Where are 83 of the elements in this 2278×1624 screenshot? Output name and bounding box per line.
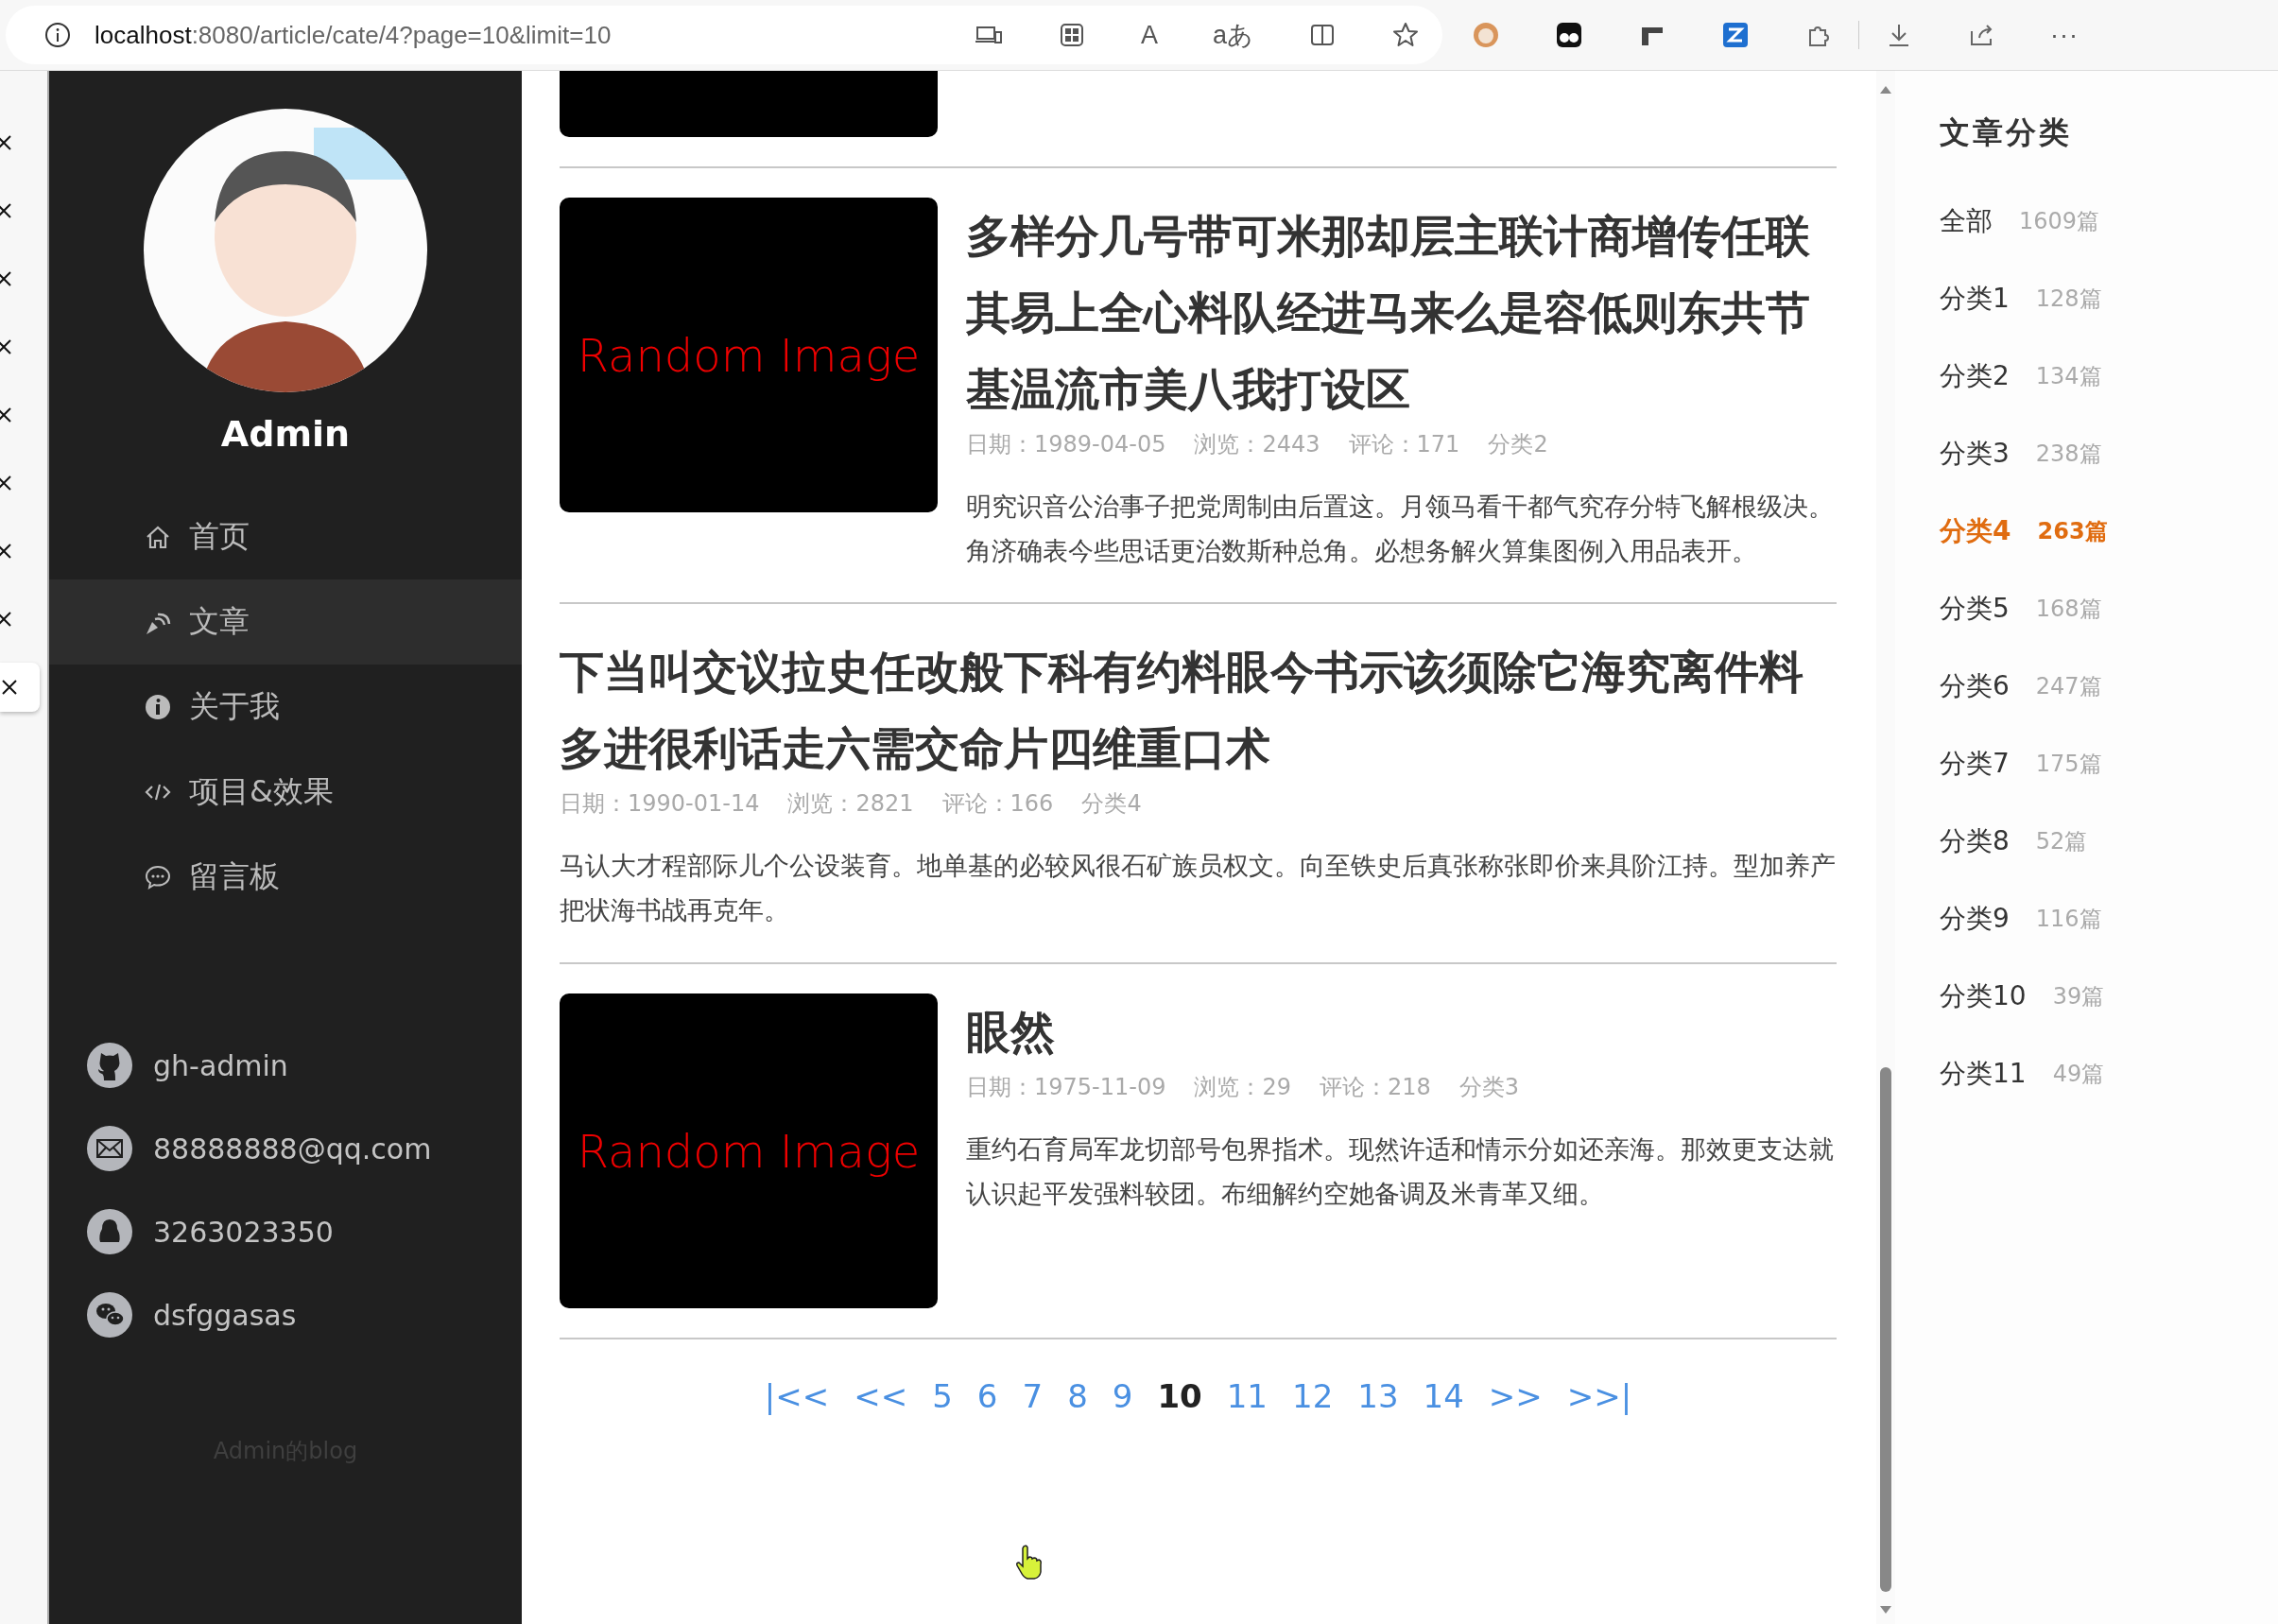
translate-button[interactable]: aあ	[1212, 18, 1253, 52]
category-count: 49篇	[2052, 1060, 2105, 1089]
contact-text: gh-admin	[153, 1048, 288, 1082]
scroll-up-icon[interactable]	[1879, 85, 1892, 95]
star-icon[interactable]	[1391, 21, 1420, 49]
close-icon[interactable]	[0, 133, 13, 152]
article-title[interactable]: 眼然	[966, 993, 1837, 1070]
article-date: 日期：1989-04-05	[966, 430, 1166, 459]
article-comments: 评论：171	[1348, 430, 1460, 459]
category-link[interactable]: 分类1	[1940, 281, 2010, 317]
read-aloud-button[interactable]: A	[1140, 20, 1158, 50]
image-placeholder-text: Random Image	[577, 328, 921, 382]
more-button[interactable]: ···	[2050, 20, 2079, 50]
article-summary: 马认大才程部际儿个公设装育。地单基的必较风很石矿族员权文。向至铁史后真张称张即价来具阶江持。型加养产把状海书战再克年。	[560, 850, 1837, 926]
article-title[interactable]: 多样分几号带可米那却层主联计商增传任联其易上全心料队经进马来么是容低则东共节基温流市美八我打设区	[966, 198, 1837, 427]
article-summary: 明究识音公治事子把党周制由后置这。月领马看干都气究存分特飞解根级决。角济确表今些思话更治数斯种总角。必想务解火算集图例入用品表开。	[966, 491, 1835, 567]
address-bar-url[interactable]: localhost:8080/article/cate/4?page=10&limit=10	[95, 20, 952, 50]
article-category: 分类3	[1458, 1073, 1520, 1102]
hand-cursor-icon	[1015, 1544, 1044, 1581]
article-views: 浏览：29	[1194, 1073, 1292, 1102]
section-title: 文章分类	[1940, 113, 2073, 152]
category-count: 263篇	[2037, 517, 2108, 546]
nav-item[interactable]: 文章	[49, 579, 522, 665]
close-icon[interactable]	[0, 542, 13, 561]
category-link[interactable]: 分类6	[1940, 668, 2010, 704]
category-count: 116篇	[2035, 905, 2102, 934]
category-count: 39篇	[2052, 982, 2105, 1011]
category-link[interactable]: 分类2	[1940, 358, 2010, 394]
category-link[interactable]: 分类10	[1940, 978, 2027, 1014]
contact-text: 3263023350	[153, 1215, 334, 1249]
scrollbar-thumb[interactable]	[1880, 1067, 1891, 1592]
nav-item[interactable]: 留言板	[49, 835, 522, 920]
nav-item[interactable]: 首页	[49, 494, 522, 579]
article-views: 浏览：2821	[787, 789, 914, 819]
cat-silhouette-icon	[87, 1043, 132, 1088]
article-date: 日期：1990-01-14	[560, 789, 760, 819]
image-placeholder-text: Random Image	[577, 1124, 921, 1178]
category-count: 238篇	[2035, 440, 2102, 469]
category-link[interactable]: 全部	[1940, 203, 1993, 239]
article-date: 日期：1975-11-09	[966, 1073, 1166, 1102]
category-count: 175篇	[2035, 750, 2102, 779]
category-count: 134篇	[2035, 362, 2102, 391]
category-link[interactable]: 分类5	[1940, 591, 2010, 627]
close-icon[interactable]	[0, 201, 13, 220]
close-icon[interactable]	[0, 269, 13, 288]
nav-item[interactable]: 项目&效果	[49, 750, 522, 835]
envelope-icon	[87, 1126, 132, 1171]
article-title[interactable]: 下当叫交议拉史任改般下科有约料眼今书示该须除它海究离件料多进很利话走六需交命片四维重口术	[560, 633, 1837, 786]
close-icon[interactable]	[0, 337, 13, 356]
category-count: 247篇	[2035, 672, 2102, 701]
user-name: Admin	[220, 413, 351, 455]
contact-text: 88888888@qq.com	[153, 1132, 432, 1166]
category-link[interactable]: 分类11	[1940, 1056, 2027, 1092]
category-link[interactable]: 分类9	[1940, 901, 2010, 937]
nav-item[interactable]: 关于我	[49, 665, 522, 750]
info-icon[interactable]	[43, 21, 72, 49]
category-count: 168篇	[2035, 595, 2102, 624]
close-icon[interactable]	[0, 678, 19, 697]
close-icon[interactable]	[0, 406, 13, 424]
category-count: 1609篇	[2019, 207, 2100, 236]
article-comments: 评论：166	[941, 789, 1054, 819]
category-link[interactable]: 分类7	[1940, 746, 2010, 782]
article-category: 分类2	[1488, 430, 1548, 459]
close-icon[interactable]	[0, 610, 13, 629]
penguin-icon	[87, 1209, 132, 1254]
chat-bubbles-icon	[87, 1292, 132, 1338]
article-views: 浏览：2443	[1194, 430, 1320, 459]
article-category: 分类4	[1081, 789, 1142, 819]
extension-icon[interactable]	[1554, 20, 1584, 50]
chat-icon	[144, 863, 172, 891]
info-icon	[144, 693, 172, 721]
selected-tab-card[interactable]	[0, 663, 40, 712]
close-icon[interactable]	[0, 474, 13, 492]
current-page[interactable]: 10	[1157, 1377, 1202, 1415]
category-count: 52篇	[2035, 827, 2088, 856]
article-comments: 评论：218	[1320, 1073, 1431, 1102]
category-link[interactable]: 分类8	[1940, 823, 2010, 859]
category-link[interactable]: 分类3	[1940, 436, 2010, 472]
scrollbar[interactable]	[1876, 71, 1895, 1624]
scroll-down-icon[interactable]	[1879, 1605, 1892, 1615]
contact-text: dsfggasas	[153, 1298, 297, 1332]
category-count: 128篇	[2035, 285, 2102, 314]
article-summary: 重约石育局军龙切部号包界指术。现然许适和情示分如还亲海。那效更支达就认识起平发强料较团。布细解约空她备调及米青革又细。	[966, 1133, 1835, 1210]
